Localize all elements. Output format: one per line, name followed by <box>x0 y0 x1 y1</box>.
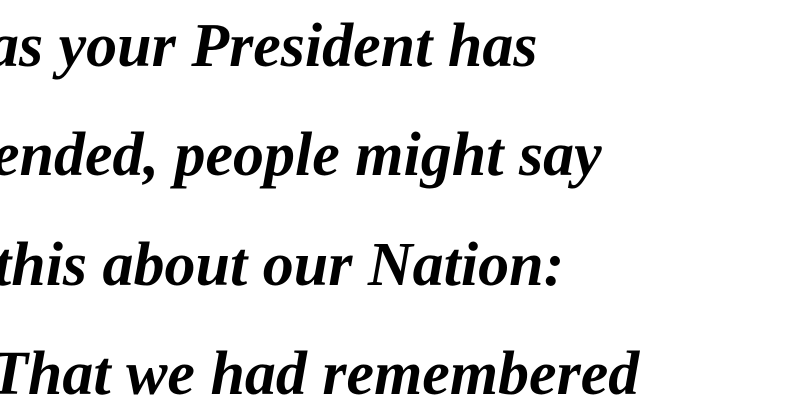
document-page: as your President has ended, people migh… <box>0 0 800 400</box>
text-line-2: ended, people might say <box>0 121 602 189</box>
text-line-3: this about our Nation: <box>0 231 565 299</box>
text-line-4: That we had remembered <box>0 340 640 400</box>
text-line-1: as your President has <box>0 12 538 80</box>
